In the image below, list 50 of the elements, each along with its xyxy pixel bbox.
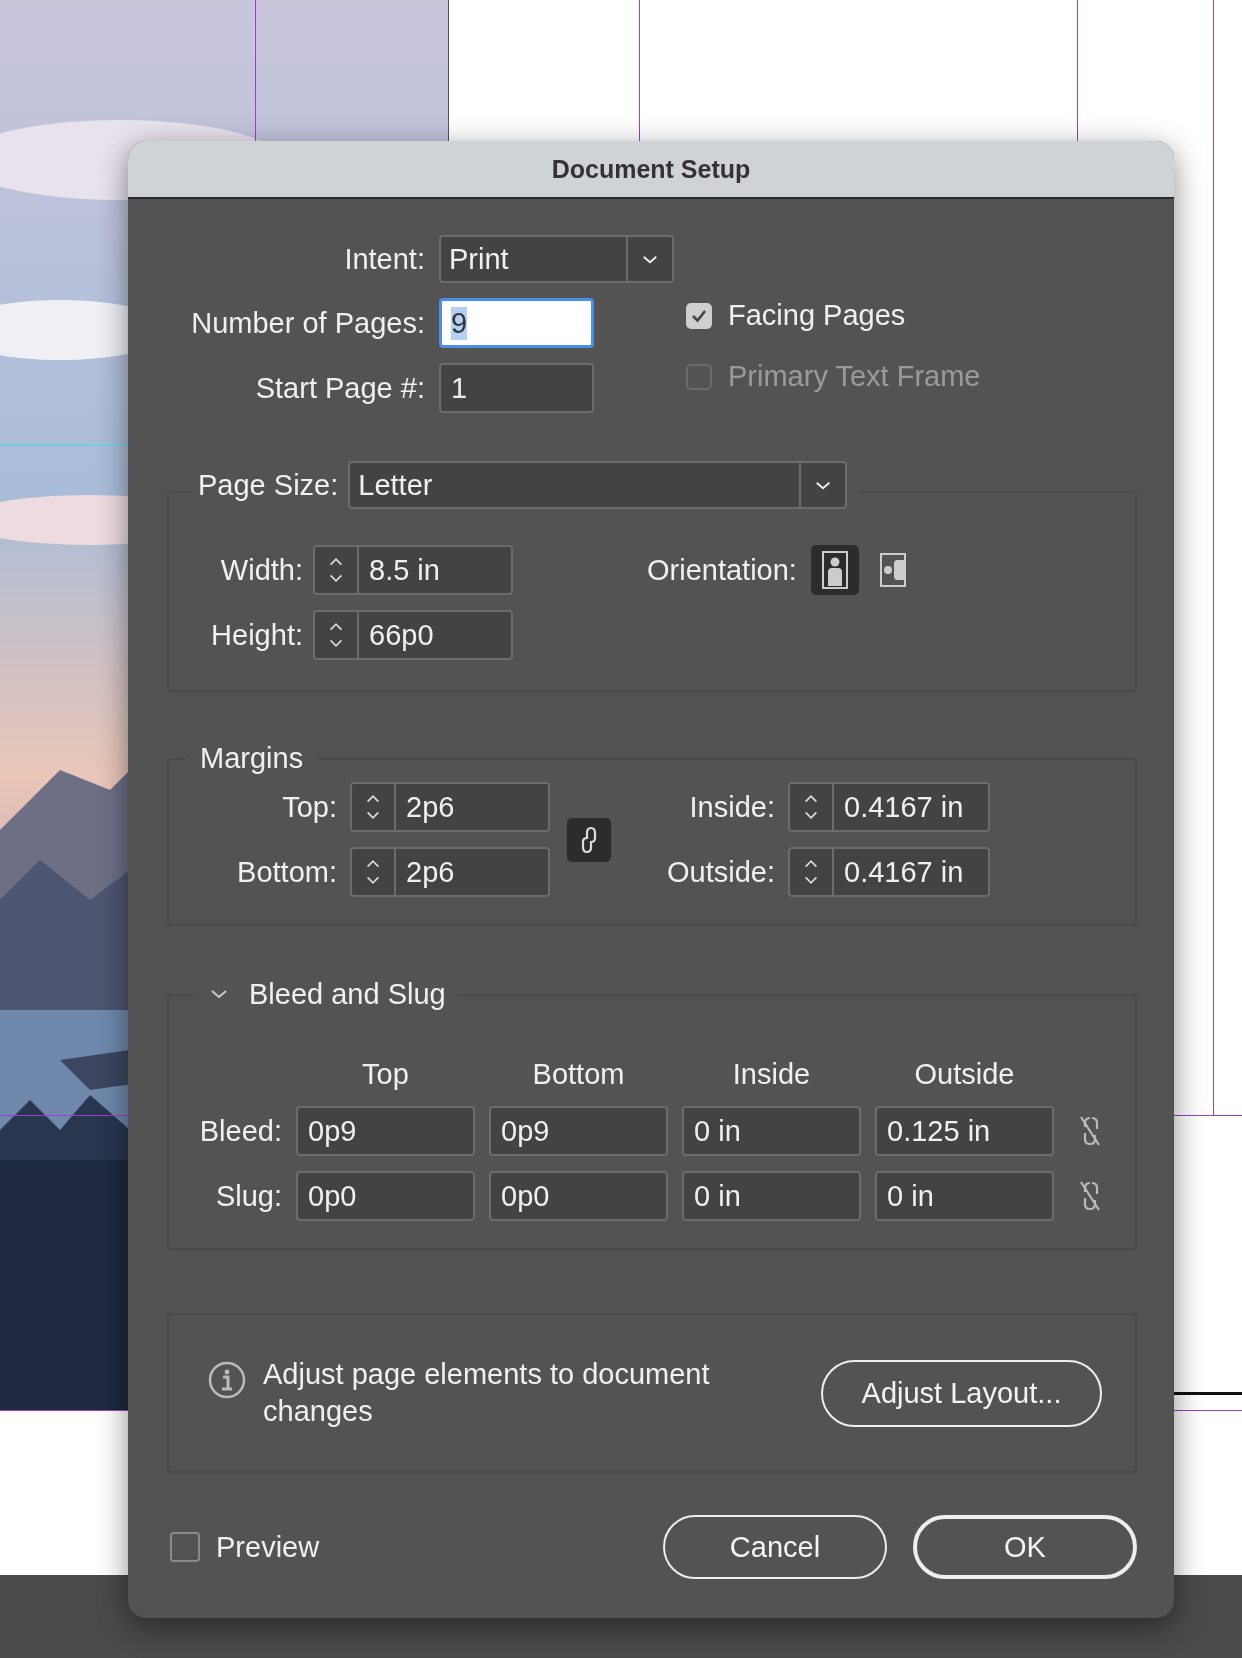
checkbox[interactable] [686,302,712,329]
field-label: Orientation: [647,553,797,587]
info-text: Adjust page elements to document changes [263,1357,711,1429]
field-label: Number of Pages: [190,306,425,340]
input-field[interactable]: 0 in [682,1171,861,1221]
input-field[interactable]: 0p9 [296,1106,475,1156]
broken-link-icon[interactable] [1078,1114,1102,1148]
portrait-page-icon [819,550,850,590]
dialog-title: Document Setup [551,154,751,184]
cancel-button[interactable]: Cancel [663,1515,887,1579]
checkbox-label: Primary Text Frame [728,360,981,393]
field-label: Intent: [343,242,425,276]
column-header: Outside [913,1058,1016,1091]
input-field[interactable]: 0 in [682,1106,861,1156]
input-field[interactable]: 0 in [875,1171,1054,1221]
field-label: Height: [210,618,303,652]
intent-dropdown[interactable]: Print [439,235,674,283]
input-field[interactable]: 1 [439,363,594,413]
field-label: Width: [219,553,303,587]
checkbox[interactable] [170,1532,200,1562]
link-button[interactable] [567,817,611,862]
input-field[interactable]: 0p9 [489,1106,668,1156]
field-label: Page Size: [198,468,339,502]
adjust-layout-button[interactable]: Adjust Layout... [821,1359,1102,1427]
orientation-button[interactable] [810,545,859,595]
column-header: Inside [731,1058,812,1091]
field-label: Inside: [688,790,775,824]
field-label: Bottom: [236,855,337,889]
input-field[interactable]: 0p0 [296,1171,475,1221]
input-field[interactable]: 9 [439,298,594,348]
landscape-page-icon [877,550,908,590]
field-label: Bleed: [198,1114,282,1148]
ok-button[interactable]: OK [913,1515,1137,1579]
column-header: Bottom [531,1058,626,1091]
field-label: Start Page #: [254,371,425,405]
info-icon [207,1360,247,1400]
field-label: Outside: [666,855,775,889]
checkbox-label: Facing Pages [728,299,906,332]
disclosure-chevron-icon[interactable] [209,988,229,1000]
field-label: Top: [281,790,337,824]
broken-link-icon[interactable] [1078,1179,1102,1213]
input-field[interactable]: 0p0 [489,1171,668,1221]
chevron-down-icon [641,253,659,265]
section-title: Bleed and Slug [249,977,446,1011]
column-header: Top [361,1058,410,1091]
field-label: Slug: [214,1179,282,1213]
chevron-down-icon [814,479,833,491]
input-field[interactable]: 0.125 in [875,1106,1054,1156]
page-size-dropdown[interactable]: Letter [348,461,848,509]
checkbox-label: Preview [216,1530,320,1564]
